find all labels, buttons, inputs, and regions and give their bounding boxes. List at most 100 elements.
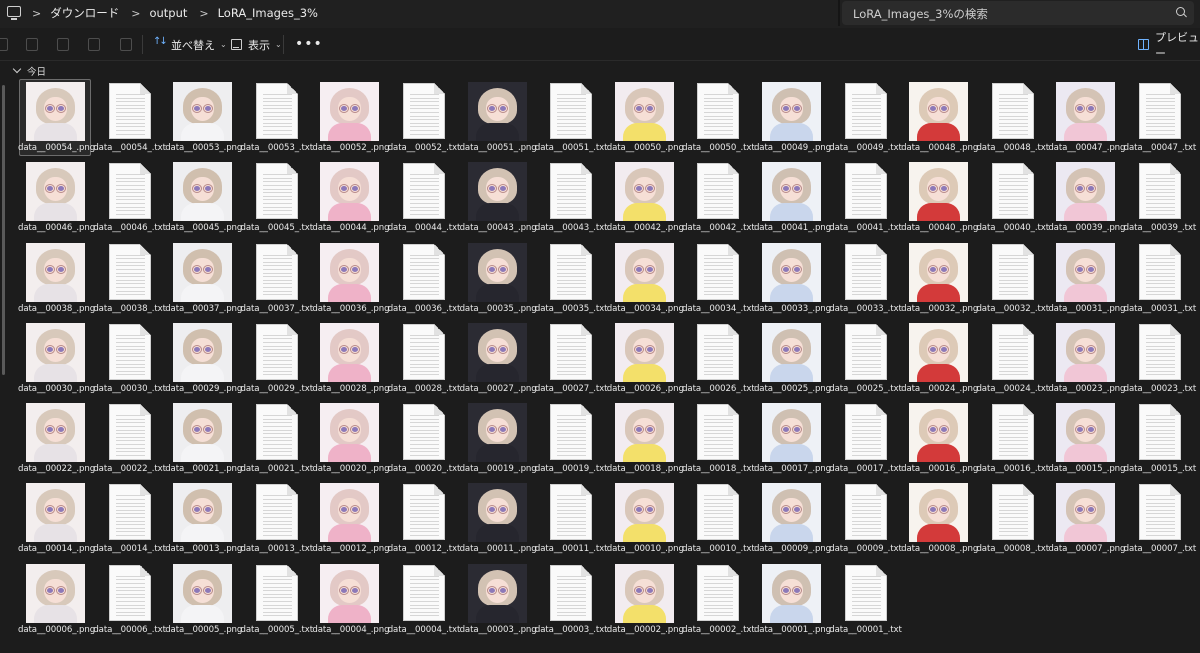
text-file-item[interactable]: data__00030_.txt [93, 320, 166, 397]
image-file-item[interactable]: data__00051_.png [460, 79, 537, 156]
text-file-item[interactable]: data__00028_.txt [387, 320, 460, 397]
text-file-item[interactable]: data__00024_.txt [976, 320, 1049, 397]
this-pc-icon[interactable] [7, 6, 21, 20]
image-file-item[interactable]: data__00009_.png [754, 480, 831, 557]
text-file-item[interactable]: data__00038_.txt [93, 240, 166, 317]
image-file-item[interactable]: data__00013_.png [165, 480, 242, 557]
text-file-item[interactable]: data__00051_.txt [534, 79, 608, 156]
breadcrumb-chevron-icon[interactable]: > [199, 7, 208, 20]
image-file-item[interactable]: data__00031_.png [1048, 240, 1125, 317]
vertical-scrollbar[interactable] [2, 85, 5, 375]
text-file-item[interactable]: data__00014_.txt [93, 480, 166, 557]
search-icon[interactable] [1176, 7, 1185, 16]
text-file-item[interactable]: data__00020_.txt [387, 400, 460, 477]
image-file-item[interactable]: data__00006_.png [18, 561, 95, 638]
view-button[interactable]: 表示 ⌄ [231, 29, 282, 60]
file-list-pane[interactable]: 今日 data__00054_.png data__00054_.txt data_… [0, 61, 1200, 653]
text-file-item[interactable]: data__00004_.txt [387, 561, 460, 638]
image-file-item[interactable]: data__00004_.png [312, 561, 390, 638]
image-file-item[interactable]: data__00024_.png [901, 320, 978, 397]
image-file-item[interactable]: data__00022_.png [18, 400, 95, 477]
text-file-item[interactable]: data__00053_.txt [240, 79, 313, 156]
text-file-item[interactable]: data__00019_.txt [534, 400, 608, 477]
preview-pane-button[interactable]: プレビュー [1138, 29, 1200, 60]
image-file-item[interactable]: data__00046_.png [18, 159, 95, 236]
text-file-item[interactable]: data__00033_.txt [829, 240, 902, 317]
image-file-item[interactable]: data__00026_.png [607, 320, 684, 397]
search-input[interactable]: LoRA_Images_3%の検索 [842, 1, 1194, 25]
image-file-item[interactable]: data__00043_.png [460, 159, 537, 236]
image-file-item[interactable]: data__00016_.png [901, 400, 978, 477]
text-file-item[interactable]: data__00032_.txt [976, 240, 1049, 317]
text-file-item[interactable]: data__00031_.txt [1123, 240, 1196, 317]
text-file-item[interactable]: data__00007_.txt [1123, 480, 1196, 557]
image-file-item[interactable]: data__00053_.png [165, 79, 242, 156]
image-file-item[interactable]: data__00033_.png [754, 240, 831, 317]
text-file-item[interactable]: data__00010_.txt [681, 480, 755, 557]
text-file-item[interactable]: data__00022_.txt [93, 400, 166, 477]
share-icon[interactable] [88, 38, 100, 51]
text-file-item[interactable]: data__00043_.txt [534, 159, 608, 236]
image-file-item[interactable]: data__00049_.png [754, 79, 831, 156]
image-file-item[interactable]: data__00025_.png [754, 320, 831, 397]
image-file-item[interactable]: data__00039_.png [1048, 159, 1125, 236]
image-file-item[interactable]: data__00044_.png [312, 159, 390, 236]
text-file-item[interactable]: data__00013_.txt [240, 480, 313, 557]
text-file-item[interactable]: data__00047_.txt [1123, 79, 1196, 156]
text-file-item[interactable]: data__00021_.txt [240, 400, 313, 477]
image-file-item[interactable]: data__00023_.png [1048, 320, 1125, 397]
image-file-item[interactable]: data__00012_.png [312, 480, 390, 557]
breadcrumb-chevron-icon[interactable]: > [131, 7, 140, 20]
image-file-item[interactable]: data__00017_.png [754, 400, 831, 477]
text-file-item[interactable]: data__00023_.txt [1123, 320, 1196, 397]
text-file-item[interactable]: data__00025_.txt [829, 320, 902, 397]
delete-icon[interactable] [120, 38, 132, 51]
copy-icon[interactable] [26, 38, 38, 51]
image-file-item[interactable]: data__00050_.png [607, 79, 684, 156]
image-file-item[interactable]: data__00036_.png [312, 240, 390, 317]
text-file-item[interactable]: data__00012_.txt [387, 480, 460, 557]
text-file-item[interactable]: data__00052_.txt [387, 79, 460, 156]
text-file-item[interactable]: data__00029_.txt [240, 320, 313, 397]
text-file-item[interactable]: data__00015_.txt [1123, 400, 1196, 477]
text-file-item[interactable]: data__00044_.txt [387, 159, 460, 236]
image-file-item[interactable]: data__00008_.png [901, 480, 978, 557]
text-file-item[interactable]: data__00036_.txt [387, 240, 460, 317]
text-file-item[interactable]: data__00039_.txt [1123, 159, 1196, 236]
text-file-item[interactable]: data__00037_.txt [240, 240, 313, 317]
image-file-item[interactable]: data__00005_.png [165, 561, 242, 638]
image-file-item[interactable]: data__00042_.png [607, 159, 684, 236]
image-file-item[interactable]: data__00047_.png [1048, 79, 1125, 156]
image-file-item[interactable]: data__00037_.png [165, 240, 242, 317]
text-file-item[interactable]: data__00026_.txt [681, 320, 755, 397]
image-file-item[interactable]: data__00029_.png [165, 320, 242, 397]
image-file-item[interactable]: data__00020_.png [312, 400, 390, 477]
image-file-item[interactable]: data__00014_.png [18, 480, 95, 557]
image-file-item[interactable]: data__00003_.png [460, 561, 537, 638]
image-file-item[interactable]: data__00011_.png [460, 480, 537, 557]
image-file-item[interactable]: data__00030_.png [18, 320, 95, 397]
image-file-item[interactable]: data__00021_.png [165, 400, 242, 477]
image-file-item[interactable]: data__00001_.png [754, 561, 831, 638]
text-file-item[interactable]: data__00003_.txt [534, 561, 608, 638]
text-file-item[interactable]: data__00050_.txt [681, 79, 755, 156]
image-file-item[interactable]: data__00010_.png [607, 480, 684, 557]
breadcrumb-chevron-icon[interactable]: > [32, 7, 41, 20]
image-file-item[interactable]: data__00018_.png [607, 400, 684, 477]
image-file-item[interactable]: data__00002_.png [607, 561, 684, 638]
image-file-item[interactable]: data__00007_.png [1048, 480, 1125, 557]
text-file-item[interactable]: data__00034_.txt [681, 240, 755, 317]
text-file-item[interactable]: data__00018_.txt [681, 400, 755, 477]
image-file-item[interactable]: data__00027_.png [460, 320, 537, 397]
rename-icon[interactable] [57, 38, 69, 51]
image-file-item[interactable]: data__00048_.png [901, 79, 978, 156]
text-file-item[interactable]: data__00017_.txt [829, 400, 902, 477]
text-file-item[interactable]: data__00046_.txt [93, 159, 166, 236]
image-file-item[interactable]: data__00052_.png [312, 79, 390, 156]
image-file-item[interactable]: data__00038_.png [18, 240, 95, 317]
breadcrumb-downloads[interactable]: ダウンロード [50, 5, 119, 21]
text-file-item[interactable]: data__00008_.txt [976, 480, 1049, 557]
image-file-item[interactable]: data__00035_.png [460, 240, 537, 317]
text-file-item[interactable]: data__00042_.txt [681, 159, 755, 236]
text-file-item[interactable]: data__00006_.txt [93, 561, 166, 638]
